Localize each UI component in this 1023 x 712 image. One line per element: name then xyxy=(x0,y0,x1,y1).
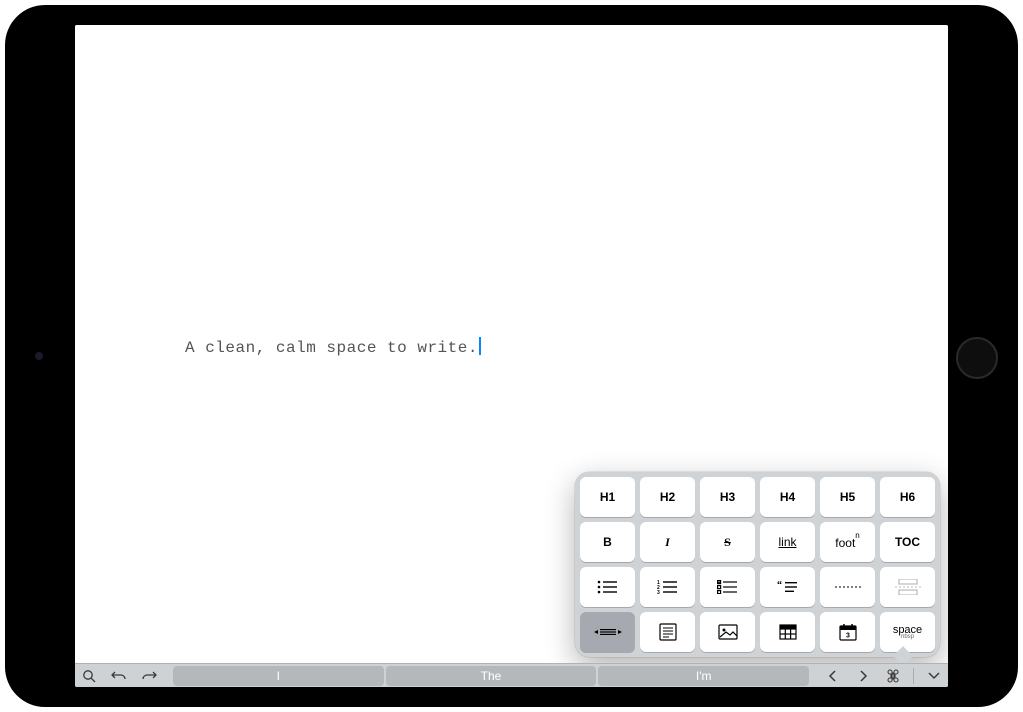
horizontal-rule-icon xyxy=(835,584,861,590)
code-block-icon xyxy=(659,623,677,641)
undo-button[interactable] xyxy=(109,666,129,686)
ordered-list-button[interactable]: 123 xyxy=(640,567,695,607)
dismiss-keyboard-button[interactable] xyxy=(924,666,944,686)
prediction-1[interactable]: I xyxy=(173,666,384,686)
footnote-button[interactable]: footn xyxy=(820,522,875,562)
heading-6-button[interactable]: H6 xyxy=(880,477,935,517)
home-button[interactable] xyxy=(956,337,998,379)
redo-icon xyxy=(141,670,157,682)
bullet-list-icon xyxy=(597,580,619,594)
editor-text: A clean, calm space to write. xyxy=(185,337,481,357)
horizontal-rule-button[interactable] xyxy=(820,567,875,607)
table-icon xyxy=(779,624,797,640)
strikethrough-button[interactable]: S xyxy=(700,522,755,562)
prediction-bar: I The I'm xyxy=(173,666,809,686)
checklist-button[interactable] xyxy=(700,567,755,607)
format-row-inline: B I S link footn TOC xyxy=(580,522,935,562)
chevron-left-icon xyxy=(828,670,838,682)
svg-text:“: “ xyxy=(777,580,782,591)
undo-icon xyxy=(111,670,127,682)
heading-4-button[interactable]: H4 xyxy=(760,477,815,517)
center-text-button[interactable] xyxy=(580,612,635,652)
checklist-icon xyxy=(717,580,739,594)
svg-text:3: 3 xyxy=(657,590,660,594)
keyboard-toolbar: I The I'm xyxy=(75,663,948,687)
calendar-icon: 3 xyxy=(839,623,857,641)
chevron-down-icon xyxy=(928,671,940,681)
toc-button[interactable]: TOC xyxy=(880,522,935,562)
center-text-icon xyxy=(594,627,622,637)
format-row-headings: H1 H2 H3 H4 H5 H6 xyxy=(580,477,935,517)
ipad-frame: A clean, calm space to write. H1 H2 H3 H… xyxy=(5,5,1018,707)
toolbar-divider xyxy=(913,668,914,684)
search-icon xyxy=(82,669,96,683)
text-caret xyxy=(479,337,481,355)
heading-2-button[interactable]: H2 xyxy=(640,477,695,517)
bold-button[interactable]: B xyxy=(580,522,635,562)
image-button[interactable] xyxy=(700,612,755,652)
screen: A clean, calm space to write. H1 H2 H3 H… xyxy=(75,25,948,687)
format-row-blocks: 3 space nbsp xyxy=(580,612,935,652)
page-break-icon xyxy=(895,579,921,595)
search-button[interactable] xyxy=(79,666,99,686)
format-popover: H1 H2 H3 H4 H5 H6 B I S link footn TOC xyxy=(575,472,940,657)
date-button[interactable]: 3 xyxy=(820,612,875,652)
blockquote-button[interactable]: “ xyxy=(760,567,815,607)
front-camera-icon xyxy=(35,352,43,360)
chevron-right-icon xyxy=(858,670,868,682)
toolbar-right-group xyxy=(823,666,944,686)
heading-5-button[interactable]: H5 xyxy=(820,477,875,517)
command-button[interactable] xyxy=(883,666,903,686)
editor-content: A clean, calm space to write. xyxy=(185,339,478,357)
page-break-button[interactable] xyxy=(880,567,935,607)
format-row-lists: 123 “ xyxy=(580,567,935,607)
nav-forward-button[interactable] xyxy=(853,666,873,686)
svg-text:3: 3 xyxy=(846,633,850,640)
command-icon xyxy=(886,669,900,683)
prediction-3[interactable]: I'm xyxy=(598,666,809,686)
redo-button[interactable] xyxy=(139,666,159,686)
link-button[interactable]: link xyxy=(760,522,815,562)
code-block-button[interactable] xyxy=(640,612,695,652)
nav-back-button[interactable] xyxy=(823,666,843,686)
bullet-list-button[interactable] xyxy=(580,567,635,607)
table-button[interactable] xyxy=(760,612,815,652)
prediction-2[interactable]: The xyxy=(386,666,597,686)
heading-3-button[interactable]: H3 xyxy=(700,477,755,517)
blockquote-icon: “ xyxy=(777,580,799,594)
image-icon xyxy=(718,624,738,640)
italic-button[interactable]: I xyxy=(640,522,695,562)
ordered-list-icon: 123 xyxy=(657,580,679,594)
nbsp-button[interactable]: space nbsp xyxy=(880,612,935,652)
heading-1-button[interactable]: H1 xyxy=(580,477,635,517)
